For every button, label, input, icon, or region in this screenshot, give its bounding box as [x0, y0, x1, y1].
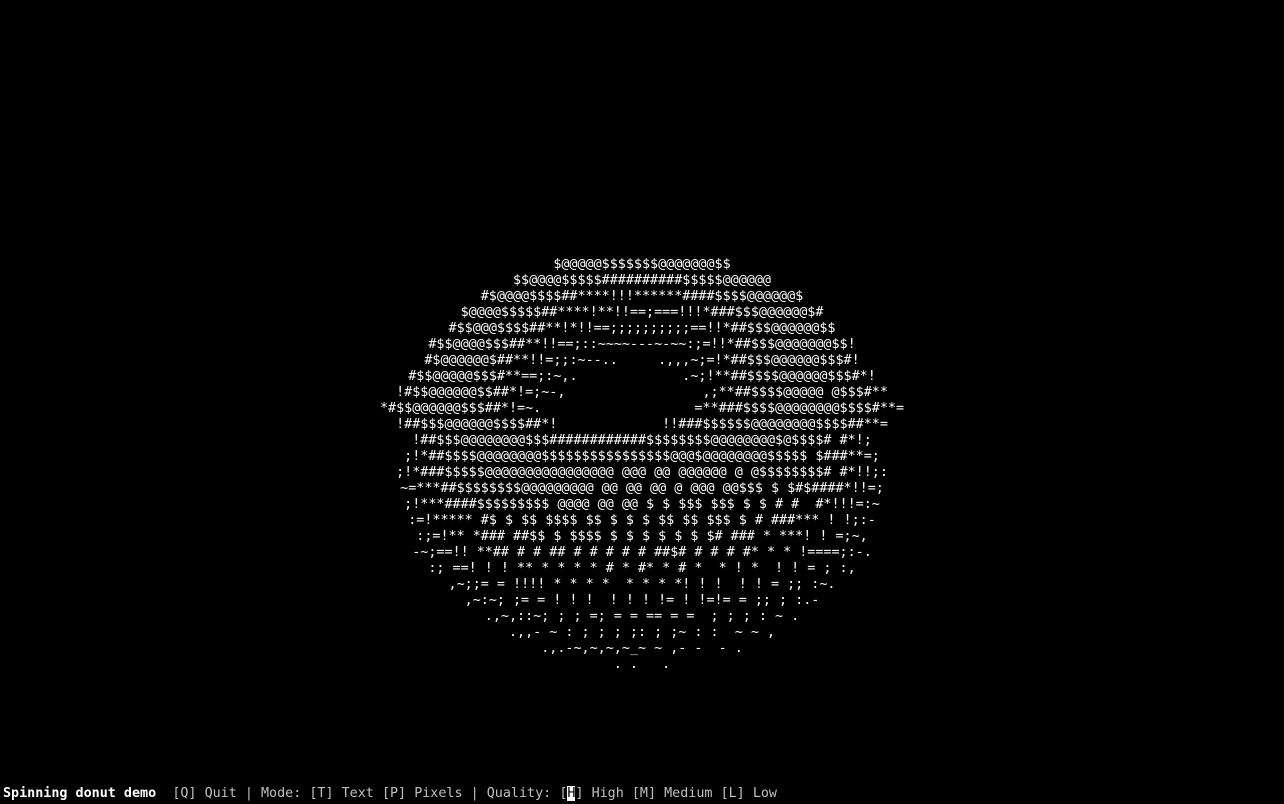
- donut-row: $@@@@@$$$$$$$@@@@@@@$$: [553, 257, 731, 272]
- donut-row: #$@@@@@@$##**!!=;;:~--.. .,,,~;=!*##$$$@…: [424, 353, 860, 368]
- donut-row: :;=!** *### ##$$ $ $$$$ $ $ $ $ $ $ $# #…: [416, 529, 868, 544]
- donut-row: #$$@@@$$$$##**!*!!==;;;;;;;;;;==!!*##$$$…: [448, 321, 836, 336]
- low-label: Low: [752, 786, 777, 801]
- mode-label: Mode:: [261, 786, 302, 801]
- quality-label: Quality:: [486, 786, 552, 801]
- separator: |: [244, 786, 253, 801]
- donut-row: -~;==!! **## # # ## # # # # # ##$# # # #…: [412, 545, 872, 560]
- medium-label: Medium: [664, 786, 713, 801]
- donut-row: #$@@@@$$$$##****!!!******####$$$$@@@@@@$: [480, 289, 804, 304]
- mode-text-option[interactable]: [T] Text: [309, 786, 374, 801]
- donut-row: #$$@@@@@$$$#**==;:~,. .~;!**##$$$$@@@@@@…: [408, 369, 876, 384]
- donut-row: *#$$@@@@@@$$$##*!=~. =**###$$$$@@@@@@@@$…: [379, 401, 905, 416]
- donut-row: $$@@@@$$$$$##########$$$$$@@@@@@: [513, 273, 771, 288]
- pixels-key: [P]: [381, 786, 407, 801]
- donut-row: .,,- ~ : ; ; ; ;: ; ;~ : : ~ ~ ,: [508, 625, 776, 640]
- donut-row: ~=***##$$$$$$$$@@@@@@@@@ @@ @@ @@ @ @@@ …: [400, 481, 884, 496]
- high-label: High: [591, 786, 624, 801]
- donut-row: ,~:~; ;= = ! ! ! ! ! ! != ! !=!= = ;; ; …: [464, 593, 820, 608]
- donut-row: :; ==! ! ! ** * * * * # * #* * # * * ! *…: [428, 561, 856, 576]
- quit-label: Quit: [204, 786, 237, 801]
- donut-canvas: $@@@@@$$$$$$$@@@@@@@$$ $$@@@@$$$$$#######…: [0, 257, 1284, 673]
- app-title: Spinning donut demo: [3, 786, 157, 801]
- donut-row: ;!*##$$$$@@@@@@@@$$$$$$$$$$$$$$$$@@@$@@@…: [404, 449, 880, 464]
- donut-row: . . .: [613, 657, 671, 672]
- donut-row: !#$$@@@@@@$$##*!=;~-, ,;**##$$$$@@@@@ @$…: [396, 385, 888, 400]
- donut-row: !##$$$@@@@@@@@$$$############$$$$$$$$@@@…: [412, 433, 872, 448]
- donut-row: ;!*###$$$$$@@@@@@@@@@@@@@@@ @@@ @@ @@@@@…: [396, 465, 888, 480]
- donut-row: :=!***** #$ $ $$ $$$$ $$ $ $ $ $$ $$ $$$…: [408, 513, 876, 528]
- high-key-close: ]: [575, 786, 584, 801]
- separator: |: [470, 786, 479, 801]
- text-label: Text: [341, 786, 374, 801]
- donut-row: .,~,::~; ; ; =; = = == = = ; ; ; : ~ .: [484, 609, 800, 624]
- quit-key: [Q]: [172, 786, 197, 801]
- donut-row: $@@@@$$$$$##****!**!!==;===!!!*###$$$@@@…: [460, 305, 824, 320]
- text-key: [T]: [309, 786, 334, 801]
- low-key: [L]: [720, 786, 745, 801]
- pixels-label: Pixels: [414, 786, 463, 801]
- status-bar: Spinning donut demo [Q] Quit | Mode: [T]…: [0, 784, 1284, 804]
- donut-row: !##$$$@@@@@@$$$$##*! !!###$$$$$$@@@@@@@@…: [396, 417, 888, 432]
- quit-option[interactable]: [Q] Quit: [172, 786, 237, 801]
- donut-row: .,.-~,~,~,~_~ ~ ,- - - .: [541, 641, 743, 656]
- medium-key: [M]: [631, 786, 657, 801]
- quality-high-option[interactable]: [H] High: [559, 786, 624, 801]
- high-key: [H]: [559, 786, 584, 801]
- quality-low-option[interactable]: [L] Low: [721, 786, 777, 801]
- donut-row: #$$@@@@$$$##**!!==;::~~~~---~-~~:;=!!*##…: [428, 337, 856, 352]
- donut-row: ;!***####$$$$$$$$$ @@@@ @@ @@ $ $ $$$ $$…: [404, 497, 880, 512]
- quality-medium-option[interactable]: [M] Medium: [632, 786, 713, 801]
- mode-pixels-option[interactable]: [P] Pixels: [382, 786, 463, 801]
- donut-row: ,~;;= = !!!! * * * * * * * *! ! ! ! ! = …: [448, 577, 836, 592]
- terminal-screen: $@@@@@$$$$$$$@@@@@@@$$ $$@@@@$$$$$#######…: [0, 0, 1284, 804]
